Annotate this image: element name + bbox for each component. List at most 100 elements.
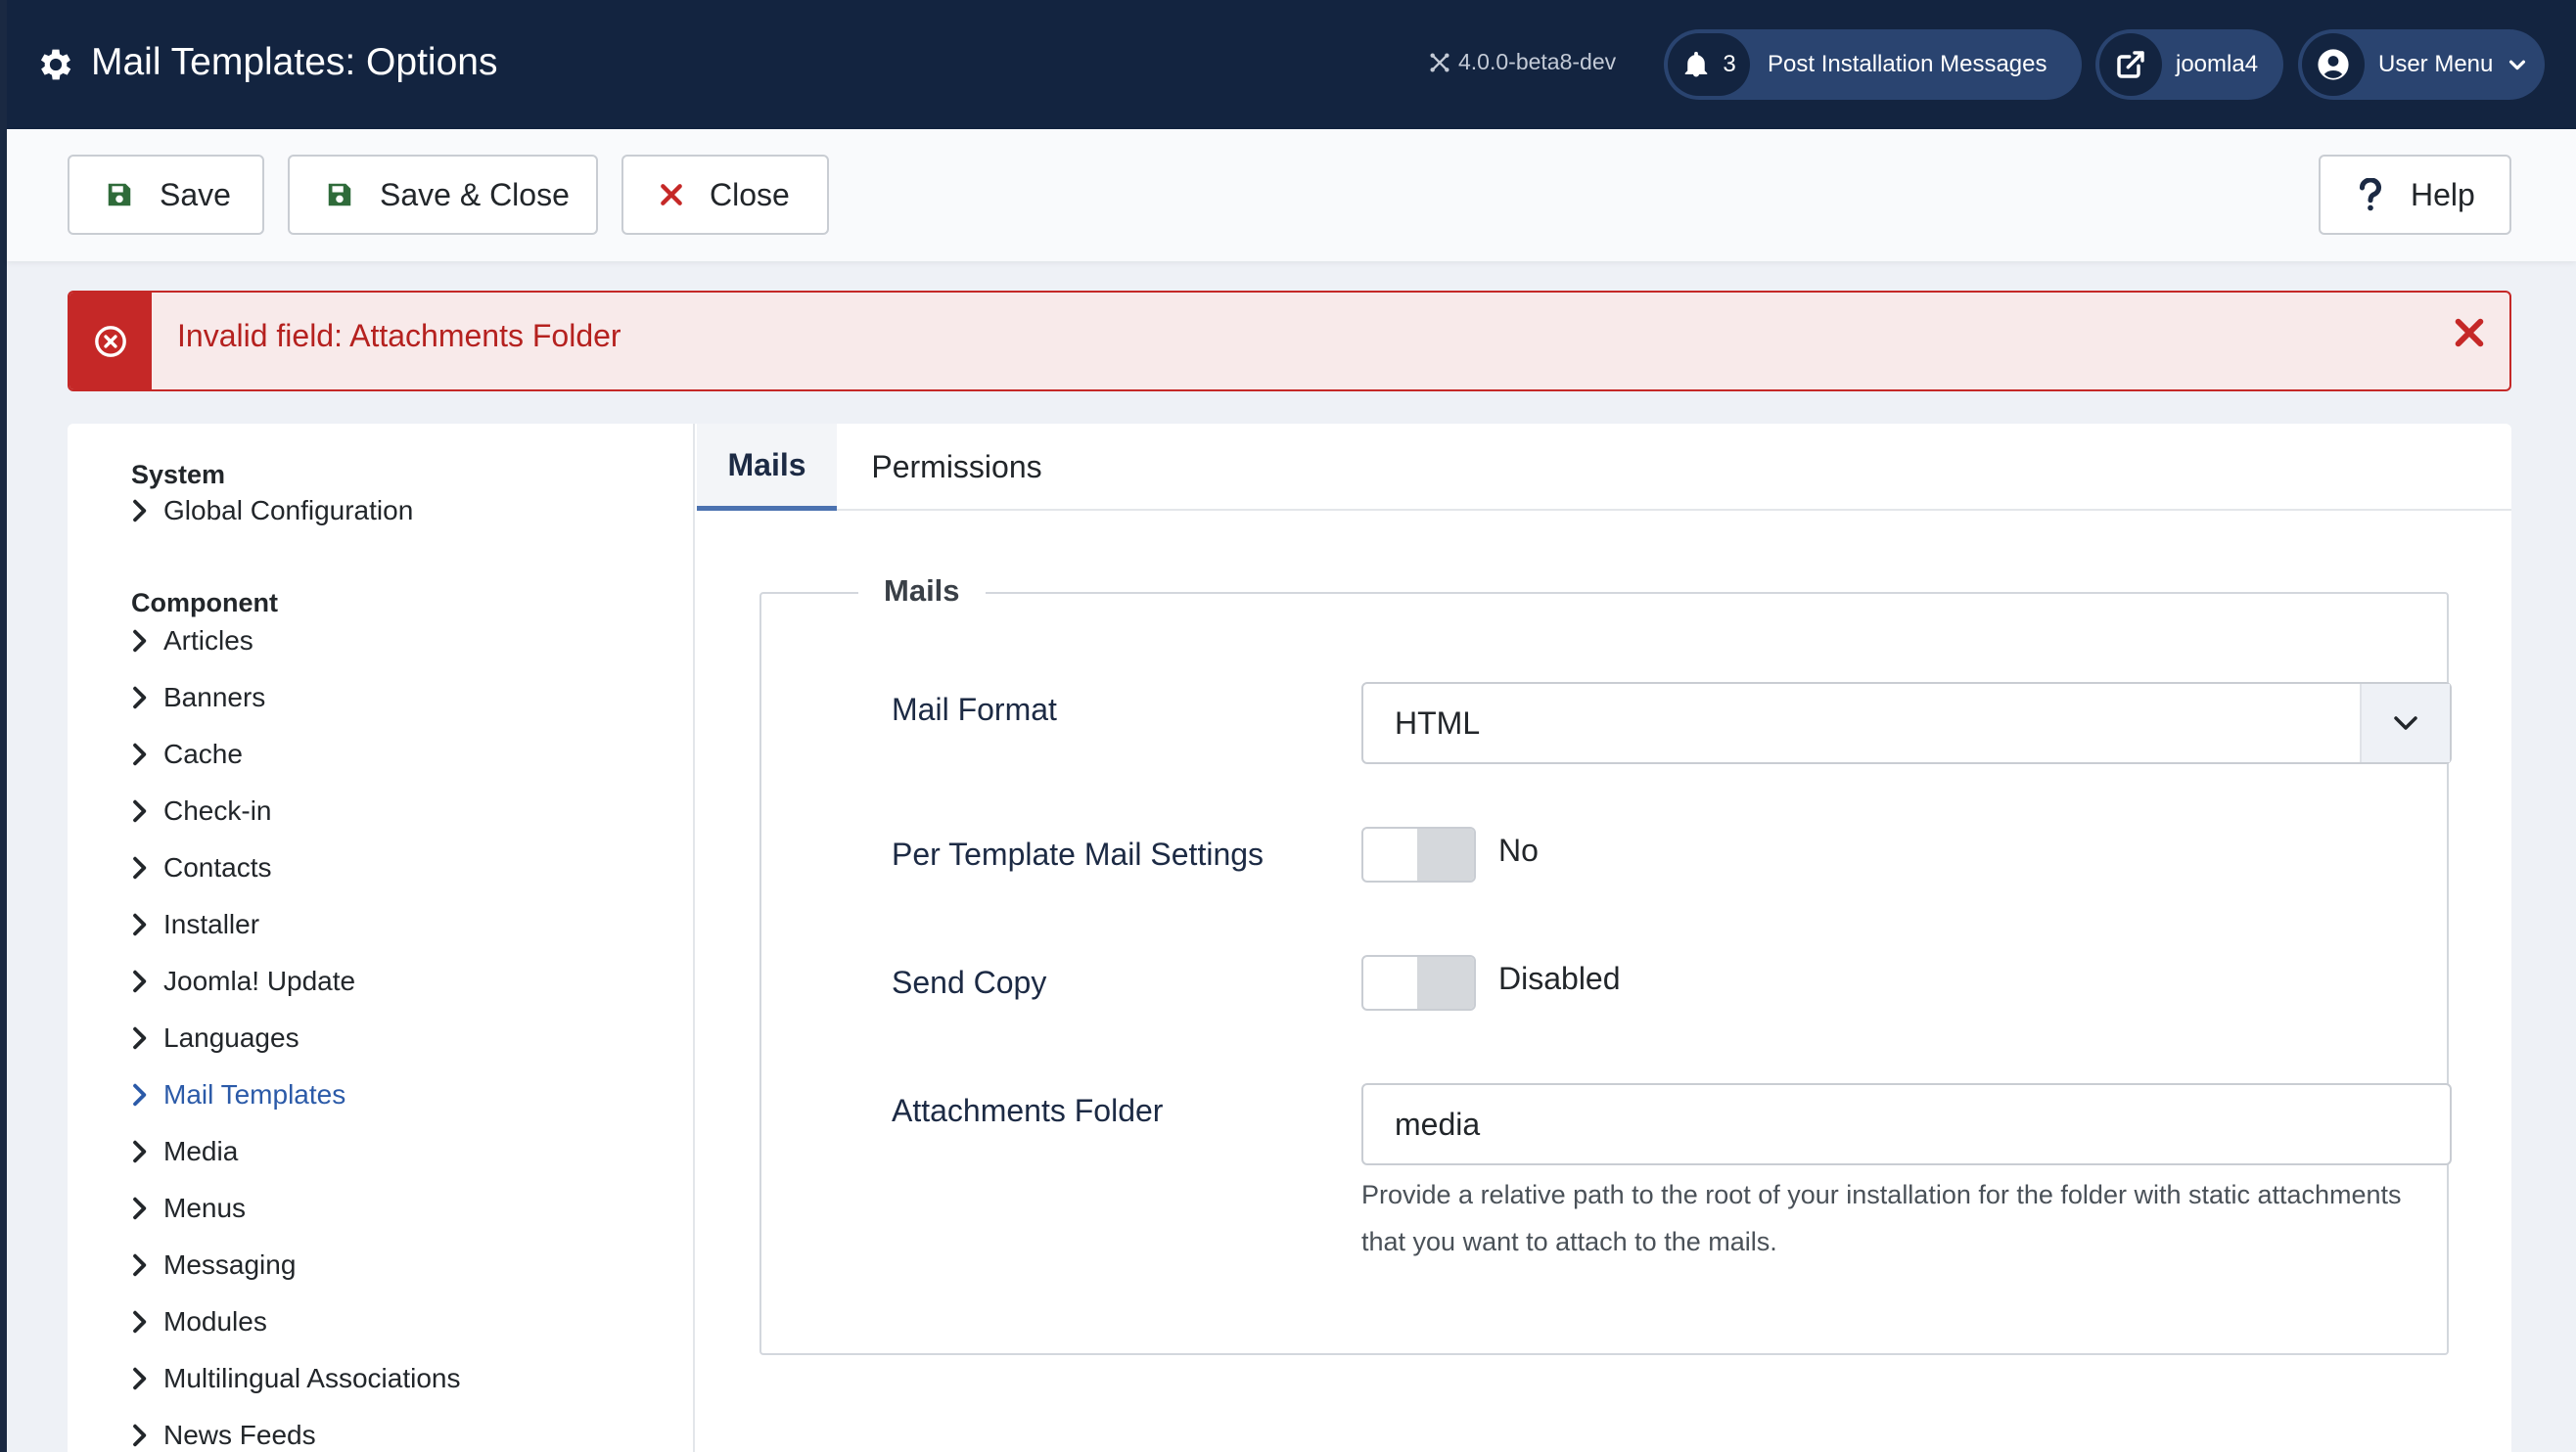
- question-icon: [2359, 178, 2381, 211]
- save-close-button[interactable]: Save & Close: [288, 155, 598, 235]
- site-icon-circle: [2099, 33, 2162, 96]
- sidebar-item-label: Banners: [163, 682, 266, 712]
- sidebar-item-label: Multilingual Associations: [163, 1363, 461, 1393]
- sidebar-item-modules[interactable]: Modules: [130, 1302, 267, 1341]
- page: Mail Templates: Options 4.0.0-beta8-dev …: [0, 0, 2576, 1452]
- version-info: 4.0.0-beta8-dev: [1429, 49, 1616, 75]
- gear-icon: [40, 49, 71, 80]
- sidebar-item-label: News Feeds: [163, 1420, 316, 1450]
- joomla-logo-icon: [1430, 52, 1449, 72]
- chevron-right-icon: [133, 1424, 147, 1447]
- external-link-icon: [2117, 51, 2144, 78]
- sidebar-item-articles[interactable]: Articles: [130, 621, 253, 660]
- page-title: Mail Templates: Options: [91, 41, 498, 83]
- close-icon: [2455, 318, 2484, 347]
- sidebar-item-label: Mail Templates: [163, 1079, 346, 1110]
- chevron-right-icon: [133, 799, 147, 823]
- sidebar-item-label: Modules: [163, 1306, 267, 1337]
- error-alert: Invalid field: Attachments Folder: [68, 291, 2511, 391]
- send-copy-value: Disabled: [1498, 961, 1621, 996]
- chevron-right-icon: [133, 856, 147, 880]
- sidebar-item-banners[interactable]: Banners: [130, 678, 265, 717]
- sidebar-item-label: Languages: [163, 1022, 299, 1053]
- site-link-button[interactable]: joomla4: [2095, 29, 2283, 100]
- sidebar-item-multilingual-associations[interactable]: Multilingual Associations: [130, 1359, 461, 1398]
- mail-format-label: Mail Format: [892, 692, 1057, 727]
- sidebar-item-label: Installer: [163, 909, 260, 939]
- version-text: 4.0.0-beta8-dev: [1458, 49, 1617, 74]
- per-template-mail-settings-label: Per Template Mail Settings: [892, 837, 1265, 872]
- chevron-down-icon: [2394, 716, 2417, 730]
- chevron-right-icon: [133, 970, 147, 993]
- save-button[interactable]: Save: [68, 155, 264, 235]
- header-bar: Mail Templates: Options 4.0.0-beta8-dev …: [7, 0, 2576, 129]
- user-icon-circle: [2302, 33, 2365, 96]
- options-card: System Global Configuration Component Ar…: [68, 424, 2511, 1452]
- x-icon: [661, 184, 682, 205]
- sidebar-item-label: Contacts: [163, 852, 272, 883]
- notification-circle: 3: [1668, 33, 1750, 96]
- sidebar-item-joomla-update[interactable]: Joomla! Update: [130, 962, 355, 1001]
- sidebar-item-label: Global Configuration: [163, 495, 414, 525]
- sidebar-item-news-feeds[interactable]: News Feeds: [130, 1416, 316, 1452]
- sidebar-item-messaging[interactable]: Messaging: [130, 1246, 296, 1285]
- sidebar-item-mail-templates[interactable]: Mail Templates: [130, 1075, 345, 1114]
- chevron-down-icon: [2509, 60, 2526, 70]
- bell-icon: [1685, 51, 1708, 77]
- attachments-folder-help: Provide a relative path to the root of y…: [1361, 1180, 2402, 1256]
- toolbar: Save Save & Close Close Help: [7, 129, 2576, 261]
- save-close-label: Save & Close: [380, 176, 570, 212]
- alert-close-button[interactable]: [2453, 316, 2486, 354]
- chevron-right-icon: [133, 629, 147, 653]
- chevron-right-icon: [133, 1083, 147, 1107]
- chevron-right-icon: [133, 743, 147, 766]
- tab-permissions[interactable]: Permissions: [837, 424, 1077, 511]
- per-template-mail-settings-value: No: [1498, 833, 1539, 868]
- sidebar-heading-component: Component: [131, 588, 278, 617]
- post-installation-messages-button[interactable]: 3 Post Installation Messages: [1664, 29, 2082, 100]
- sidebar-item-media[interactable]: Media: [130, 1132, 238, 1171]
- chevron-right-icon: [133, 1026, 147, 1050]
- chevron-right-icon: [133, 686, 147, 709]
- chevron-right-icon: [133, 1310, 147, 1334]
- options-tabs: Mails Permissions: [697, 424, 2511, 511]
- sidebar-item-label: Cache: [163, 739, 243, 769]
- floppy-disk-icon: [328, 183, 351, 206]
- sidebar-item-languages[interactable]: Languages: [130, 1019, 299, 1058]
- chevron-right-icon: [133, 499, 147, 522]
- send-copy-switch[interactable]: [1361, 955, 1476, 1011]
- sidebar-item-global-configuration[interactable]: Global Configuration: [130, 491, 413, 530]
- help-label: Help: [2411, 176, 2475, 212]
- close-button[interactable]: Close: [621, 155, 829, 235]
- help-button[interactable]: Help: [2319, 155, 2511, 235]
- mail-format-select[interactable]: HTML: [1361, 682, 2452, 764]
- per-template-mail-settings-switch[interactable]: [1361, 827, 1476, 883]
- attachments-folder-label: Attachments Folder: [892, 1093, 1164, 1128]
- sidebar-item-label: Articles: [163, 625, 253, 656]
- chevron-right-icon: [133, 1197, 147, 1220]
- switch-knob: [1417, 957, 1474, 1009]
- sidebar-item-label: Messaging: [163, 1249, 297, 1280]
- sidebar-item-label: Check-in: [163, 795, 272, 826]
- alert-icon-area: [69, 293, 152, 389]
- user-menu-button[interactable]: User Menu: [2298, 29, 2545, 100]
- user-circle-icon: [2318, 49, 2349, 80]
- tab-mails[interactable]: Mails: [697, 424, 837, 511]
- sidebar-item-check-in[interactable]: Check-in: [130, 792, 271, 831]
- sidebar-item-contacts[interactable]: Contacts: [130, 848, 272, 887]
- sidebar-item-menus[interactable]: Menus: [130, 1189, 246, 1228]
- options-sidebar: System Global Configuration Component Ar…: [68, 424, 695, 1452]
- chevron-right-icon: [133, 1367, 147, 1390]
- x-circle-icon: [95, 325, 126, 357]
- chevron-right-icon: [133, 913, 147, 936]
- attachments-folder-input[interactable]: media: [1361, 1083, 2452, 1165]
- sidebar-item-installer[interactable]: Installer: [130, 905, 259, 944]
- sidebar-heading-system: System: [131, 460, 226, 489]
- mail-format-value: HTML: [1395, 705, 1481, 741]
- sidebar-item-cache[interactable]: Cache: [130, 735, 243, 774]
- sidebar-item-label: Joomla! Update: [163, 966, 356, 996]
- site-label: joomla4: [2176, 51, 2259, 77]
- user-menu-label: User Menu: [2378, 51, 2494, 77]
- chevron-right-icon: [133, 1140, 147, 1163]
- close-label: Close: [710, 176, 790, 212]
